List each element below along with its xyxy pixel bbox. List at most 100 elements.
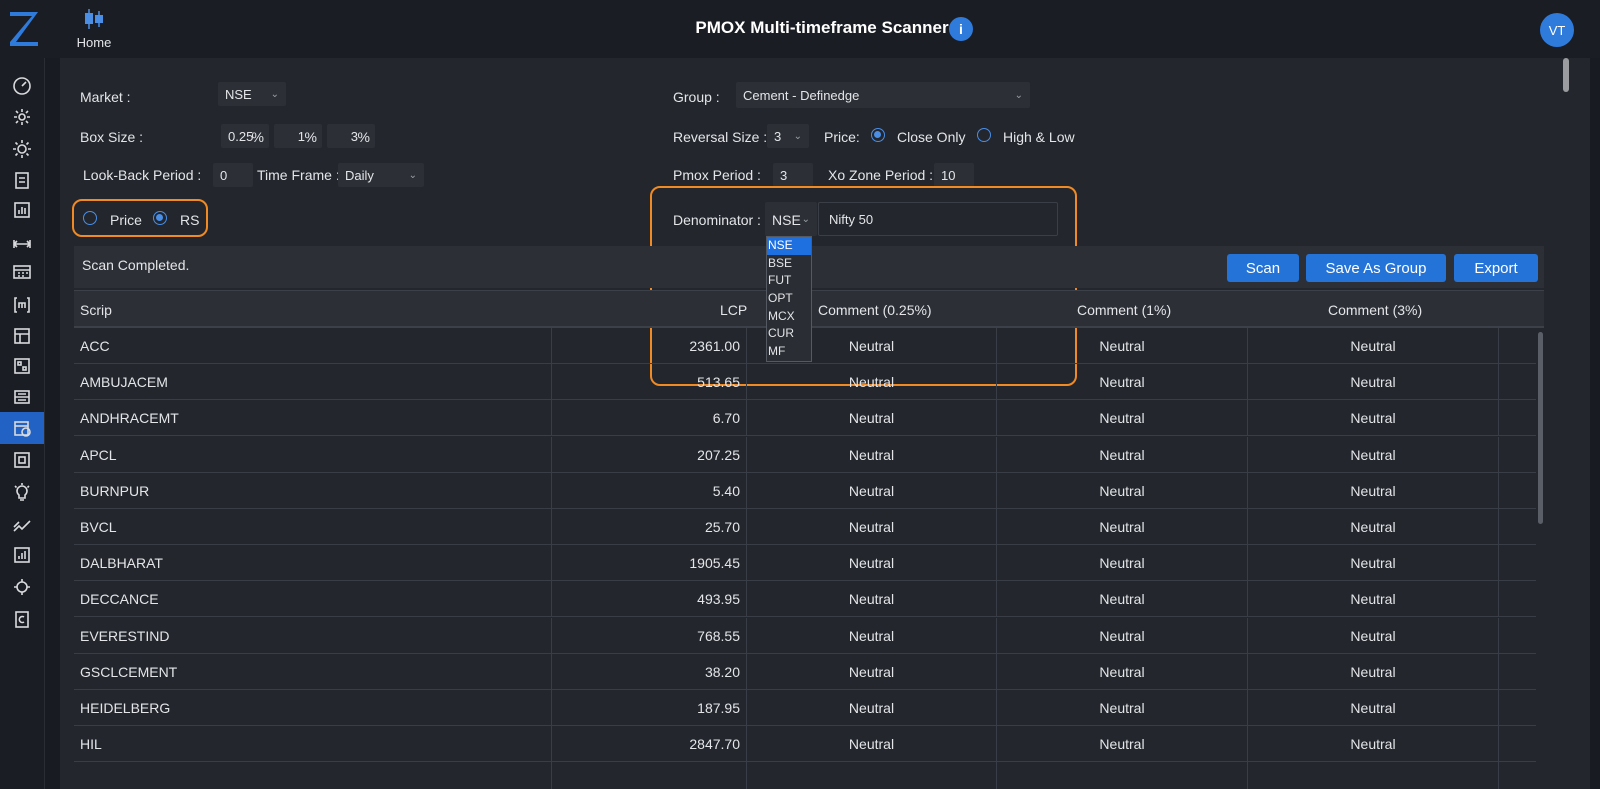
table-row[interactable]: EVERESTIND 768.55 Neutral Neutral Neutral [74, 617, 1536, 654]
cell-scrip: BURNPUR [74, 472, 552, 509]
table-row[interactable]: BURNPUR 5.40 Neutral Neutral Neutral [74, 472, 1536, 509]
user-avatar[interactable]: VT [1540, 13, 1574, 47]
timeframe-select[interactable]: Daily ⌄ [338, 163, 424, 187]
cell-lcp: 38.20 [552, 653, 747, 690]
pmox-period-input[interactable]: 3 [773, 163, 813, 187]
column-header-comment-3[interactable]: Comment (3%) [1328, 302, 1422, 318]
scan-qr-icon[interactable] [4, 352, 40, 380]
settings-gear-icon[interactable] [4, 135, 40, 163]
column-header-scrip[interactable]: Scrip [80, 302, 112, 318]
column-header-comment-1[interactable]: Comment (1%) [1077, 302, 1171, 318]
table-row[interactable]: AMBUJACEM 513.65 Neutral Neutral Neutral [74, 364, 1536, 401]
cell-comment-3: Neutral [1248, 690, 1499, 726]
cell-scrip: APCL [74, 436, 552, 473]
percent-symbol: % [357, 129, 370, 145]
cell-comment-1: Neutral [997, 472, 1248, 509]
box-size-input-1[interactable]: 0.25% [221, 124, 269, 148]
cell-scrip: GSCLCEMENT [74, 653, 552, 690]
table-row[interactable]: DALBHARAT 1905.45 Neutral Neutral Neutral [74, 545, 1536, 582]
info-icon[interactable]: i [949, 17, 973, 41]
scanner-list-icon[interactable] [4, 383, 40, 411]
denominator-symbol-input[interactable]: Nifty 50 [818, 202, 1058, 236]
scan-button[interactable]: Scan [1227, 254, 1299, 282]
cell-comment-1: Neutral [997, 581, 1248, 618]
focus-box-icon[interactable] [4, 446, 40, 474]
cell-comment-1: Neutral [997, 436, 1248, 473]
cell-comment-025: Neutral [747, 653, 997, 690]
xo-zone-input[interactable]: 10 [934, 163, 974, 187]
dropdown-option[interactable]: NSE [767, 237, 811, 255]
bracket-m-icon[interactable] [4, 291, 40, 319]
save-as-group-button[interactable]: Save As Group [1306, 254, 1446, 282]
box-size-input-2[interactable]: 1% [274, 124, 322, 148]
cell-lcp: 2847.70 [552, 726, 747, 763]
range-arrows-icon[interactable] [4, 230, 40, 258]
app-logo-icon[interactable] [7, 8, 41, 50]
lookback-input[interactable]: 0 [213, 163, 253, 187]
cell-comment-025: Neutral [747, 690, 997, 726]
xo-zone-label: Xo Zone Period : [828, 167, 934, 183]
dropdown-option[interactable]: MF [767, 343, 811, 361]
close-only-radio[interactable] [871, 128, 885, 142]
lightbulb-icon[interactable] [4, 478, 40, 506]
box-size-input-3[interactable]: 3% [327, 124, 375, 148]
export-button[interactable]: Export [1454, 254, 1538, 282]
percent-symbol: % [304, 129, 317, 145]
dashboard-gauge-icon[interactable] [4, 72, 40, 100]
clipboard-list-icon[interactable] [4, 166, 40, 194]
high-low-label: High & Low [1003, 129, 1075, 145]
cell-comment-3 [1248, 762, 1499, 789]
market-select[interactable]: NSE ⌄ [218, 82, 286, 106]
cell-comment-3: Neutral [1248, 400, 1499, 437]
group-select[interactable]: Cement - Definedge ⌄ [736, 82, 1030, 108]
table-row[interactable]: DECCANCE 493.95 Neutral Neutral Neutral [74, 581, 1536, 618]
mode-price-label: Price [110, 212, 142, 228]
cell-lcp [552, 762, 747, 789]
trend-lines-icon[interactable] [4, 511, 40, 539]
dropdown-option[interactable]: BSE [767, 255, 811, 273]
table-row[interactable]: GSCLCEMENT 38.20 Neutral Neutral Neutral [74, 653, 1536, 690]
dropdown-option[interactable]: OPT [767, 290, 811, 308]
cell-lcp: 187.95 [552, 690, 747, 726]
cell-comment-025: Neutral [747, 400, 997, 437]
timeframe-label: Time Frame : [257, 167, 340, 183]
dropdown-option[interactable]: CUR [767, 325, 811, 343]
gear-refresh-icon[interactable] [4, 573, 40, 601]
table-row[interactable]: APCL 207.25 Neutral Neutral Neutral [74, 436, 1536, 473]
denominator-label: Denominator : [673, 212, 761, 228]
high-low-radio[interactable] [977, 128, 991, 142]
calendar-grid-icon[interactable] [4, 258, 40, 286]
column-header-comment-025[interactable]: Comment (0.25%) [818, 302, 932, 318]
dropdown-option[interactable]: MCX [767, 308, 811, 326]
table-row[interactable]: HIL 2847.70 Neutral Neutral Neutral [74, 726, 1536, 763]
cell-comment-3: Neutral [1248, 364, 1499, 401]
table-scrollbar-thumb[interactable] [1538, 332, 1543, 524]
table-row[interactable]: HEIDELBERG 187.95 Neutral Neutral Neutral [74, 690, 1536, 726]
chevron-down-icon: ⌄ [793, 131, 802, 142]
cell-comment-3: Neutral [1248, 653, 1499, 690]
mode-price-radio[interactable] [83, 211, 97, 225]
table-row[interactable]: BVCL 25.70 Neutral Neutral Neutral [74, 509, 1536, 545]
settings-cog-icon[interactable] [4, 103, 40, 131]
dropdown-option[interactable]: FUT [767, 272, 811, 290]
cell-comment-1: Neutral [997, 509, 1248, 545]
denominator-exchange-select[interactable]: NSE ⌄ [765, 202, 817, 236]
clipboard-c-icon[interactable] [4, 605, 40, 633]
cell-comment-025: Neutral [747, 545, 997, 582]
page-scrollbar[interactable] [1563, 58, 1569, 92]
cell-comment-025: Neutral [747, 617, 997, 654]
cell-comment-1: Neutral [997, 726, 1248, 763]
cell-scrip: AMBUJACEM [74, 364, 552, 401]
cell-comment-1 [997, 762, 1248, 789]
calendar-clock-icon[interactable] [0, 412, 44, 444]
cell-scrip: ACC [74, 328, 552, 364]
column-header-lcp[interactable]: LCP [720, 302, 747, 318]
table-row[interactable]: ANDHRACEMT 6.70 Neutral Neutral Neutral [74, 400, 1536, 437]
window-panel-icon[interactable] [4, 322, 40, 350]
mode-rs-radio[interactable] [153, 211, 167, 225]
cell-comment-025 [747, 762, 997, 789]
bar-chart-icon[interactable] [4, 541, 40, 569]
reversal-size-select[interactable]: 3 ⌄ [767, 124, 809, 148]
table-row[interactable] [74, 762, 1536, 789]
chart-report-icon[interactable] [4, 196, 40, 224]
